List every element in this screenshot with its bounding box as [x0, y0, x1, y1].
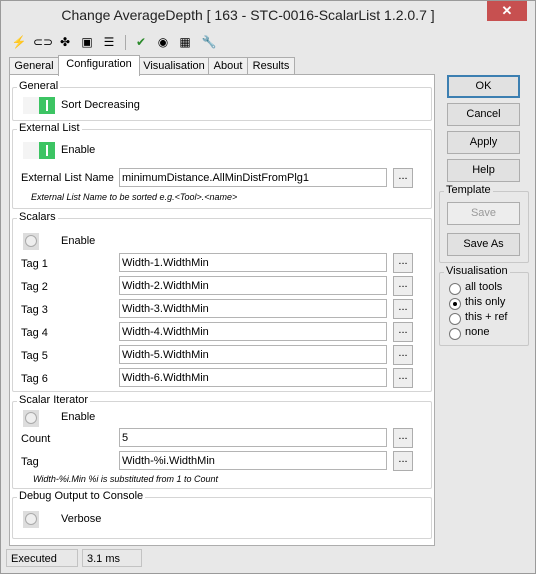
tab-general[interactable]: General: [9, 57, 59, 75]
general-group: General Sort Decreasing: [12, 80, 432, 121]
group-title: Debug Output to Console: [17, 490, 146, 502]
radio-none[interactable]: none: [449, 326, 529, 340]
wrench-icon[interactable]: 🔧: [201, 34, 217, 50]
template-save-button[interactable]: Save: [447, 202, 520, 225]
group-title: External List: [17, 122, 82, 134]
sort-decreasing-toggle[interactable]: [23, 97, 55, 114]
browse-button[interactable]: ...: [393, 368, 413, 388]
dialog-window: Change AverageDepth [ 163 - STC-0016-Sca…: [0, 0, 536, 574]
enable-label: Enable: [61, 235, 96, 247]
group-title: Scalars: [17, 211, 58, 223]
camera-icon[interactable]: ◉: [155, 34, 171, 50]
tag-5-input[interactable]: Width-5.WidthMin: [119, 345, 387, 364]
tag-4-input[interactable]: Width-4.WidthMin: [119, 322, 387, 341]
radio-label: this only: [465, 296, 506, 308]
title-bar[interactable]: Change AverageDepth [ 163 - STC-0016-Sca…: [1, 1, 535, 31]
tab-about[interactable]: About: [208, 57, 248, 75]
tag-4-label: Tag 4: [21, 327, 48, 339]
iterator-hint: Width-%i.Min %i is substituted from 1 to…: [33, 474, 218, 484]
verbose-toggle[interactable]: [23, 511, 55, 528]
status-bar: Executed 3.1 ms: [6, 549, 532, 569]
tag-5-label: Tag 5: [21, 350, 48, 362]
group-title: Visualisation: [444, 265, 510, 277]
radio-label: none: [465, 326, 490, 338]
count-label: Count: [21, 433, 51, 445]
tab-configuration[interactable]: Configuration: [58, 55, 140, 76]
tag-2-input[interactable]: Width-2.WidthMin: [119, 276, 387, 295]
ok-button[interactable]: OK: [447, 75, 520, 98]
external-list-enable-toggle[interactable]: [23, 142, 55, 159]
browse-button[interactable]: ...: [393, 451, 413, 471]
list-icon[interactable]: ☰: [101, 34, 117, 50]
puzzle-icon[interactable]: ✤: [57, 34, 73, 50]
group-title: Template: [444, 184, 493, 196]
browse-button[interactable]: ...: [393, 299, 413, 319]
close-button[interactable]: ✕: [487, 1, 527, 21]
scalar-iterator-enable-toggle[interactable]: [23, 410, 55, 427]
iterator-tag-input[interactable]: Width-%i.WidthMin: [119, 451, 387, 470]
radio-label: this + ref: [465, 311, 508, 323]
toolbar-separator: [125, 35, 126, 50]
browse-button[interactable]: ...: [393, 428, 413, 448]
external-list-group: External List Enable External List Name …: [12, 122, 432, 209]
group-title: General: [17, 80, 61, 92]
enable-label: Enable: [61, 411, 96, 423]
verbose-label: Verbose: [61, 513, 102, 525]
status-state: Executed: [6, 549, 78, 567]
tag-3-label: Tag 3: [21, 304, 48, 316]
apply-button[interactable]: Apply: [447, 131, 520, 154]
toolbar: ⚡ ⊂⊃ ✤ ▣ ☰ ✔ ◉ ▦ 🔧: [9, 33, 224, 53]
external-list-name-input[interactable]: minimumDistance.AllMinDistFromPlg1: [119, 168, 387, 187]
scalars-group: Scalars Enable Tag 1 Width-1.WidthMin ..…: [12, 211, 432, 392]
radio-all-tools[interactable]: all tools: [449, 281, 529, 295]
check-icon[interactable]: ✔: [133, 34, 149, 50]
scalar-iterator-group: Scalar Iterator Enable Count 5 ... Tag W…: [12, 394, 432, 489]
enable-label: Enable: [61, 144, 96, 156]
help-button[interactable]: Help: [447, 159, 520, 182]
browse-button[interactable]: ...: [393, 276, 413, 296]
browse-button[interactable]: ...: [393, 322, 413, 342]
console-icon[interactable]: ▣: [79, 34, 95, 50]
browse-button[interactable]: ...: [393, 168, 413, 188]
tag-label: Tag: [21, 456, 39, 468]
browse-button[interactable]: ...: [393, 345, 413, 365]
tag-6-input[interactable]: Width-6.WidthMin: [119, 368, 387, 387]
scalars-enable-toggle[interactable]: [23, 233, 55, 250]
radio-this-only[interactable]: this only: [449, 296, 529, 310]
count-input[interactable]: 5: [119, 428, 387, 447]
debug-group: Debug Output to Console Verbose: [12, 490, 432, 539]
tag-1-label: Tag 1: [21, 258, 48, 270]
radio-label: all tools: [465, 281, 503, 293]
sort-decreasing-label: Sort Decreasing: [61, 99, 140, 111]
tag-3-input[interactable]: Width-3.WidthMin: [119, 299, 387, 318]
tag-6-label: Tag 6: [21, 373, 48, 385]
tag-2-label: Tag 2: [21, 281, 48, 293]
link-icon[interactable]: ⊂⊃: [33, 34, 53, 50]
external-list-name-label: External List Name: [21, 172, 114, 184]
group-title: Scalar Iterator: [17, 394, 91, 406]
external-list-hint: External List Name to be sorted e.g.<Too…: [31, 192, 238, 202]
template-save-as-button[interactable]: Save As: [447, 233, 520, 256]
tab-results[interactable]: Results: [247, 57, 295, 75]
tag-1-input[interactable]: Width-1.WidthMin: [119, 253, 387, 272]
overlay-icon[interactable]: ▦: [177, 34, 193, 50]
cancel-button[interactable]: Cancel: [447, 103, 520, 126]
configuration-panel: General Sort Decreasing External List En…: [9, 74, 435, 546]
browse-button[interactable]: ...: [393, 253, 413, 273]
tab-visualisation[interactable]: Visualisation: [139, 57, 209, 75]
window-title: Change AverageDepth [ 163 - STC-0016-Sca…: [61, 7, 435, 23]
status-time: 3.1 ms: [82, 549, 142, 567]
radio-this-plus-ref[interactable]: this + ref: [449, 311, 529, 325]
lightning-icon[interactable]: ⚡: [11, 34, 27, 50]
